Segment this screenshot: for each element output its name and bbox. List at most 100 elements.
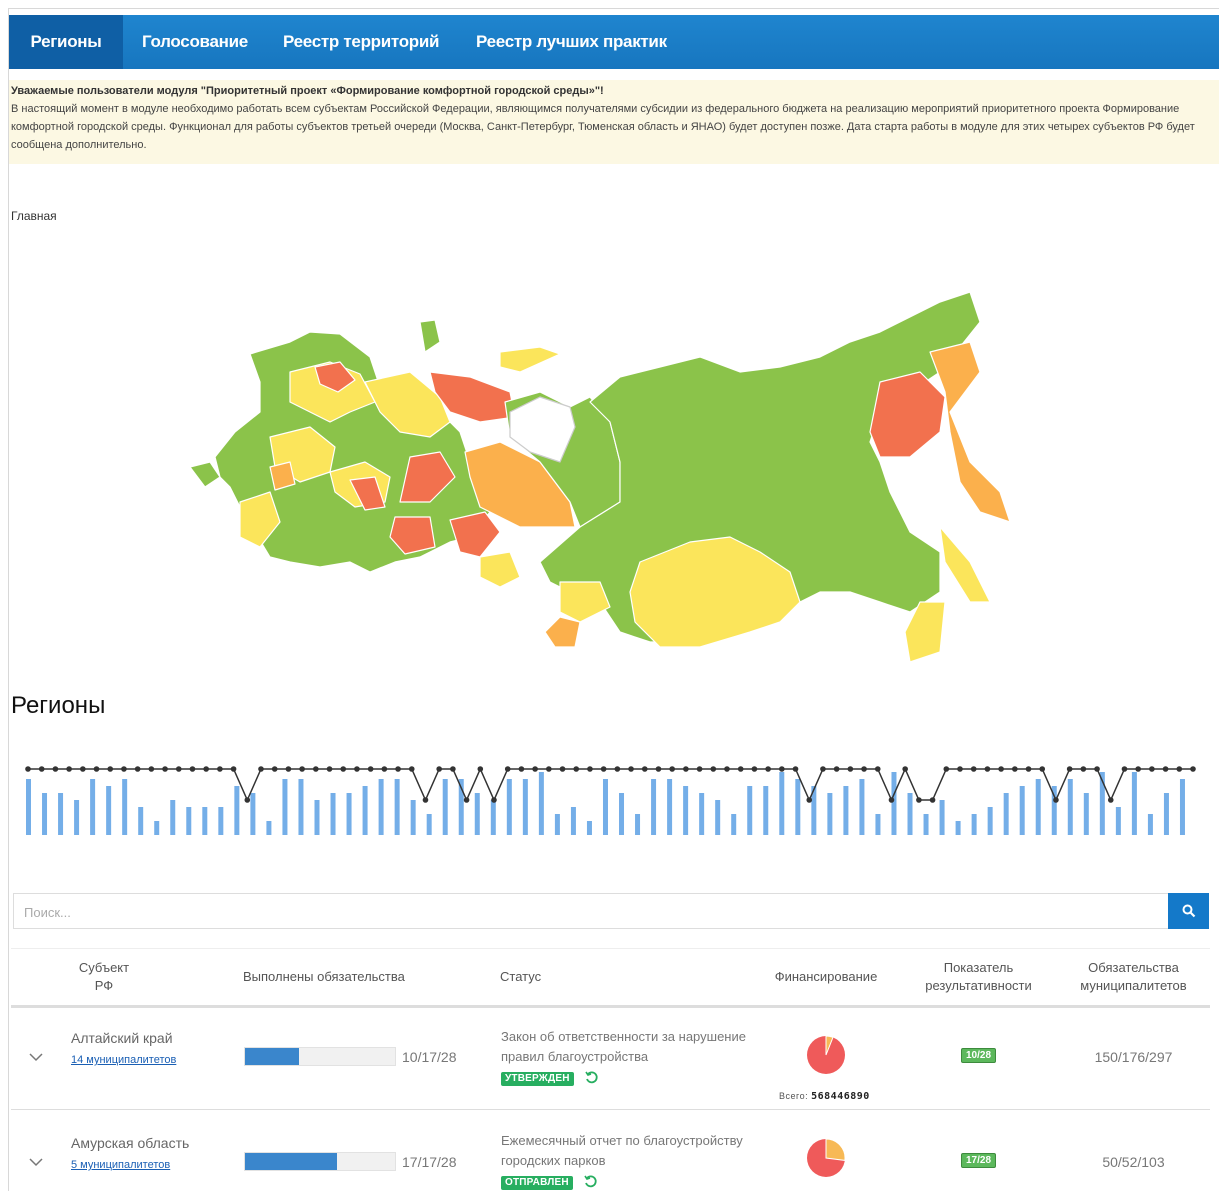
chevron-down-icon[interactable] [29,1158,43,1167]
spark-dot [285,766,292,772]
spark-dot [477,766,484,772]
municipalities-link[interactable]: 14 муниципалитетов [71,1054,176,1066]
th-finance[interactable]: Финансирование [766,949,886,1005]
search-box [13,893,1209,930]
spark-dot [121,766,127,772]
spark-bar [635,814,641,835]
th-status[interactable]: Статус [500,949,560,1005]
regions-sparkline[interactable] [18,755,1208,845]
spark-dot [93,766,100,772]
nav-territory-registry[interactable]: Реестр территорий [283,15,439,69]
map-region [499,346,561,373]
progress-text: 17/17/28 [402,1154,457,1170]
spark-bar [795,779,801,835]
search-button[interactable] [1168,893,1209,929]
spark-dot [1149,766,1155,772]
map-region [929,341,1011,523]
spark-bar [1003,793,1009,835]
spark-dot [957,766,963,772]
nav-best-practices[interactable]: Реестр лучших практик [476,15,667,69]
search-input[interactable] [14,894,1181,930]
table-row[interactable]: Алтайский край 14 муниципалитетов 10/17/… [11,1007,1210,1110]
spark-bar [154,821,160,835]
progress-text: 10/17/28 [402,1049,457,1065]
spark-dot [546,766,552,772]
spark-dot [902,766,908,772]
spark-bar [474,793,480,835]
status-cell: Ежемесячный отчет по благоустройству гор… [501,1131,761,1191]
notice-heading: Уважаемые пользователи модуля "Приоритет… [11,85,604,97]
chevron-down-icon[interactable] [29,1053,43,1062]
spark-bar [490,800,496,835]
spark-bar [58,793,64,835]
finance-pie[interactable] [806,1138,846,1178]
history-icon[interactable] [585,1071,599,1085]
spark-bar [651,779,657,835]
spark-bar [923,814,929,835]
spark-dot [532,766,538,772]
efficiency-badge: 10/28 [961,1048,997,1063]
spark-dot [422,797,429,803]
spark-bar [394,779,400,835]
map-region [419,319,441,353]
progress-fill [245,1153,337,1170]
spark-dot [765,766,771,772]
regions-map[interactable] [180,262,1040,672]
nav-voting[interactable]: Голосование [142,15,248,69]
spark-dot [683,766,689,772]
spark-bar [699,793,705,835]
spark-dot [258,766,264,772]
spark-bar [1131,772,1137,835]
spark-bar [779,772,785,835]
spark-dot [217,766,223,772]
spark-dot [175,766,182,772]
th-subject[interactable]: Субъект РФ [69,949,139,1005]
spark-dot [299,766,305,772]
spark-bar [410,800,416,835]
breadcrumb[interactable]: Главная [11,209,57,223]
spark-bar [138,807,144,835]
spark-dot [463,797,470,803]
map-region [559,581,611,623]
spark-dot [25,766,31,772]
municipal-obligations: 50/52/103 [1102,1154,1165,1170]
status-badge: УТВЕРЖДЕН [501,1072,574,1086]
spark-bar [683,786,689,835]
spark-dot [189,766,196,772]
municipalities-link[interactable]: 5 муниципалитетов [71,1159,170,1171]
th-municipal[interactable]: Обязательства муниципалитетов [1071,949,1196,1005]
finance-total: Всего: 568446890 [779,1091,870,1102]
top-nav: Регионы Голосование Реестр территорий Ре… [9,15,1219,69]
spark-dot [162,766,168,772]
spark-bar [122,779,128,835]
spark-dot [38,766,45,772]
status-text: Ежемесячный отчет по благоустройству гор… [501,1133,743,1168]
spark-bar [362,786,368,835]
history-icon[interactable] [584,1175,598,1189]
map-region [544,616,581,648]
spark-dot [874,766,881,772]
th-efficiency[interactable]: Показатель результативности [911,949,1046,1005]
spark-bar [1035,779,1041,835]
progress-fill [245,1048,299,1065]
map-region [189,461,221,488]
spark-bar [1179,779,1185,835]
pie-slice-funded [825,1138,846,1161]
spark-dot [1107,797,1114,803]
spark-dot [450,766,456,772]
spark-line [28,767,1193,802]
spark-bar [827,793,833,835]
nav-regions[interactable]: Регионы [9,15,123,69]
th-done[interactable]: Выполнены обязательства [243,949,423,1005]
spark-dot [792,766,799,772]
spark-bar [266,821,272,835]
spark-bar [971,814,977,835]
spark-bar [891,772,897,835]
table-row[interactable]: Амурская область 5 муниципалитетов 17/17… [11,1110,1210,1200]
spark-bar [26,779,31,835]
spark-bar [987,807,993,835]
spark-dot [66,766,72,772]
spark-bar [346,793,352,835]
finance-pie[interactable] [806,1035,846,1075]
region-name: Амурская область [71,1135,190,1151]
